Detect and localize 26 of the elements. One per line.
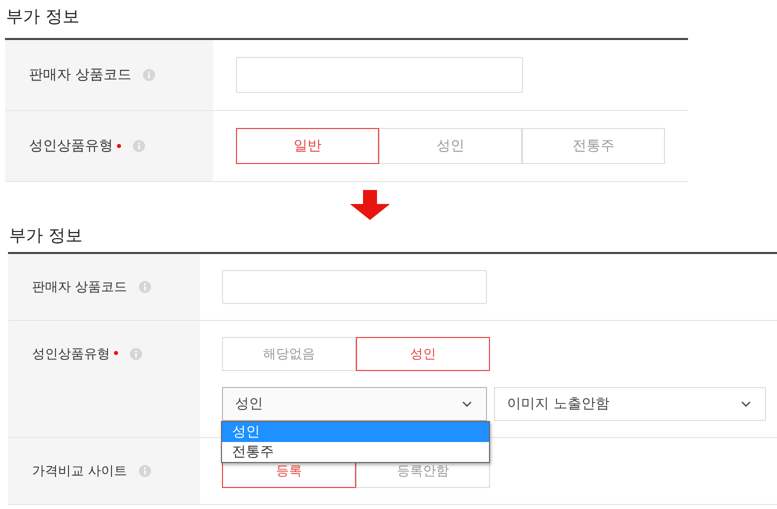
field-label: 성인상품유형 — [29, 137, 113, 155]
required-dot — [114, 351, 118, 355]
toggle-button[interactable]: 성인 — [356, 337, 490, 371]
input-field[interactable] — [236, 57, 523, 93]
field-label: 가격비교 사이트 — [32, 463, 128, 480]
toggle-button[interactable]: 일반 — [236, 128, 379, 164]
toggle-button[interactable]: 해당없음 — [222, 337, 356, 371]
info-icon[interactable] — [143, 69, 156, 81]
info-icon[interactable] — [139, 465, 152, 477]
info-icon[interactable] — [130, 348, 142, 360]
toggle-button[interactable]: 전통주 — [522, 128, 665, 164]
field-label: 판매자 상품코드 — [29, 66, 132, 84]
required-dot — [117, 144, 121, 148]
info-icon[interactable] — [133, 140, 145, 152]
chevron-down-icon — [741, 401, 751, 407]
section-title: 부가 정보 — [5, 6, 80, 29]
toggle-button[interactable]: 성인 — [379, 128, 522, 164]
dropdown-option[interactable]: 성인 — [222, 422, 489, 442]
section-title: 부가 정보 — [8, 227, 84, 248]
dropdown-select[interactable]: 이미지 노출안함 — [494, 387, 766, 421]
info-icon[interactable] — [139, 281, 152, 293]
input-field[interactable] — [222, 270, 487, 304]
field-label: 판매자 상품코드 — [32, 279, 128, 296]
chevron-down-icon — [462, 401, 472, 407]
field-label: 성인상품유형 — [32, 346, 110, 363]
down-arrow-icon — [350, 190, 390, 220]
